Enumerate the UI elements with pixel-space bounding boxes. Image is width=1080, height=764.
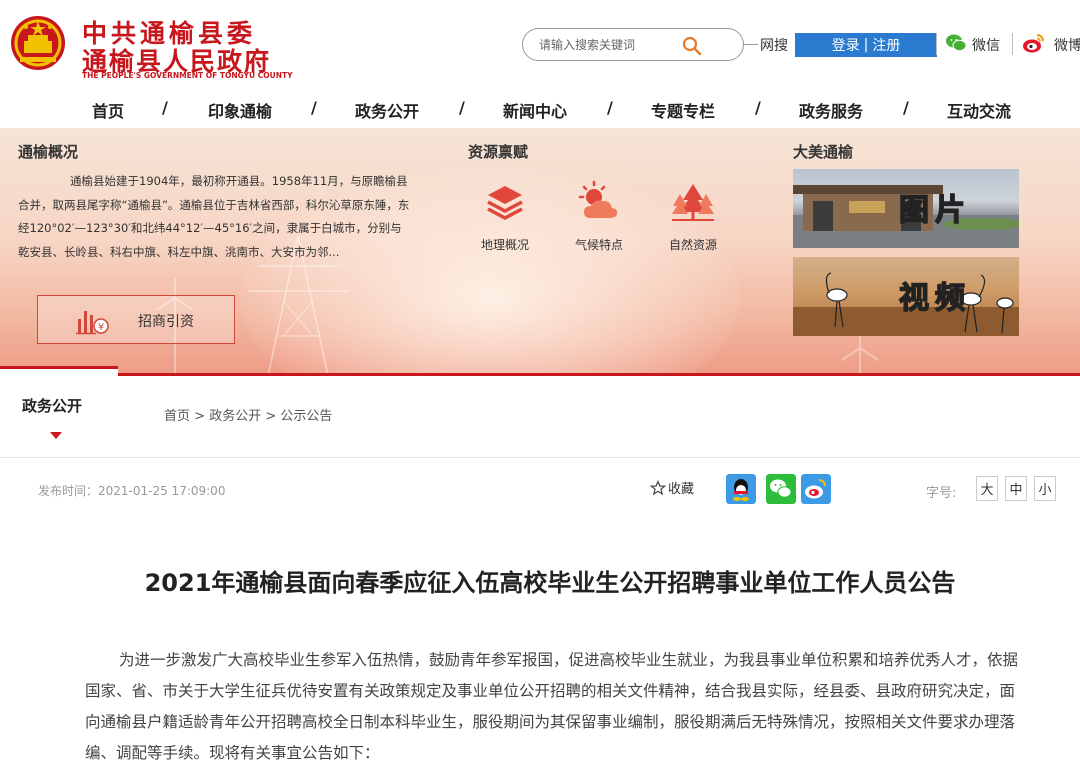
nav-item-topics[interactable]: 专题专栏: [651, 98, 715, 122]
font-size-large-button[interactable]: 大: [976, 476, 998, 501]
nav-separator: /: [607, 98, 613, 117]
breadcrumb-separator: >: [194, 409, 206, 424]
investment-button[interactable]: ¥ 招商引资: [37, 295, 235, 344]
logo-subtitle-en: THE PEOPLE'S GOVERNMENT OF TONGYU COUNTY: [82, 71, 293, 80]
wechat-icon[interactable]: [945, 32, 967, 54]
search-connector: [744, 44, 758, 45]
resource-item-nature[interactable]: 自然资源: [643, 180, 743, 253]
video-gallery-link[interactable]: 视频: [793, 257, 1019, 336]
nav-separator: /: [162, 98, 168, 117]
resource-item-climate[interactable]: 气候特点: [549, 180, 649, 253]
feature-banner: 通榆概况 通榆县始建于1904年，最初称开通县。1958年11月，与原瞻榆县合并…: [0, 128, 1080, 376]
banner-bottom-border: [0, 373, 1080, 376]
resource-label: 地理概况: [480, 238, 529, 252]
investment-chart-icon: ¥: [76, 311, 109, 335]
nav-item-home[interactable]: 首页: [92, 98, 124, 122]
sun-cloud-icon: [578, 180, 618, 218]
search-input[interactable]: [539, 35, 689, 55]
nav-separator: /: [903, 98, 909, 117]
breadcrumb: 首页 > 政务公开 > 公示公告: [164, 405, 332, 424]
weibo-link[interactable]: 微博: [1054, 35, 1080, 55]
media-section-title[interactable]: 大美通榆: [793, 141, 853, 162]
main-nav: 首页 / 印象通榆 / 政务公开 / 新闻中心 / 专题专栏 / 政务服务 / …: [0, 90, 1080, 128]
section-tab[interactable]: 政务公开: [0, 366, 118, 458]
resource-label: 自然资源: [668, 238, 717, 252]
breadcrumb-gov-affairs[interactable]: 政务公开: [209, 409, 261, 424]
star-icon: [650, 479, 666, 495]
photo-gallery-link[interactable]: 图片: [793, 169, 1019, 248]
resource-label: 气候特点: [574, 238, 623, 252]
favorite-button[interactable]: 收藏: [650, 478, 694, 497]
login-separator: |: [863, 37, 869, 53]
nav-item-interaction[interactable]: 互动交流: [947, 98, 1011, 122]
nav-item-services[interactable]: 政务服务: [799, 98, 863, 122]
video-label: 视频: [898, 280, 971, 317]
weibo-share-icon[interactable]: [801, 474, 831, 504]
font-size-small-button[interactable]: 小: [1034, 476, 1056, 501]
nav-item-gov-affairs[interactable]: 政务公开: [355, 98, 419, 122]
weibo-icon[interactable]: [1022, 31, 1046, 55]
breadcrumb-home[interactable]: 首页: [164, 409, 190, 424]
login-register-bar: 登录 | 注册: [795, 33, 937, 57]
resources-section-title[interactable]: 资源禀赋: [468, 141, 528, 162]
forest-icon: [672, 184, 714, 221]
publish-time: 发布时间：2021-01-25 17:09:00: [38, 484, 226, 498]
nav-item-impression[interactable]: 印象通榆: [208, 98, 272, 122]
nav-item-news[interactable]: 新闻中心: [503, 98, 567, 122]
search-box: [522, 28, 744, 61]
chevron-down-icon: [50, 432, 62, 439]
about-summary: 通榆县始建于1904年，最初称开通县。1958年11月，与原瞻榆县合并，取两县尾…: [18, 174, 410, 259]
nav-separator: /: [311, 98, 317, 117]
wechat-link[interactable]: 微信: [972, 35, 1000, 55]
about-section-title[interactable]: 通榆概况: [18, 141, 78, 162]
register-button[interactable]: 注册: [872, 35, 900, 55]
qq-share-icon[interactable]: [726, 474, 756, 504]
article-body: 为进一步激发广大高校毕业生参军入伍热情，鼓励青年参军报国，促进高校毕业生就业，为…: [85, 651, 1019, 762]
login-button[interactable]: 登录: [832, 35, 860, 55]
photo-label: 图片: [898, 192, 971, 229]
favorite-label: 收藏: [668, 482, 695, 497]
layers-icon: [487, 186, 523, 220]
font-size-label: 字号:: [926, 486, 957, 501]
investment-label: 招商引资: [138, 314, 194, 330]
content-divider: [0, 457, 1080, 458]
wechat-share-icon[interactable]: [766, 474, 796, 504]
breadcrumb-notices[interactable]: 公示公告: [280, 409, 332, 424]
search-icon[interactable]: [681, 35, 703, 57]
header-divider: [1012, 33, 1013, 55]
svg-text:¥: ¥: [98, 322, 104, 333]
nav-separator: /: [459, 98, 465, 117]
site-header: 中共通榆县委 通榆县人民政府 THE PEOPLE'S GOVERNMENT O…: [0, 0, 1080, 90]
breadcrumb-separator: >: [265, 409, 277, 424]
resource-item-geography[interactable]: 地理概况: [455, 180, 555, 253]
nav-separator: /: [755, 98, 761, 117]
search-scope-label[interactable]: 网搜: [760, 35, 788, 55]
national-emblem-icon: [11, 16, 65, 70]
header-divider: [936, 33, 937, 55]
font-size-medium-button[interactable]: 中: [1005, 476, 1027, 501]
section-tab-label: 政务公开: [22, 397, 83, 415]
article-title: 2021年通榆县面向春季应征入伍高校毕业生公开招聘事业单位工作人员公告: [144, 569, 956, 597]
